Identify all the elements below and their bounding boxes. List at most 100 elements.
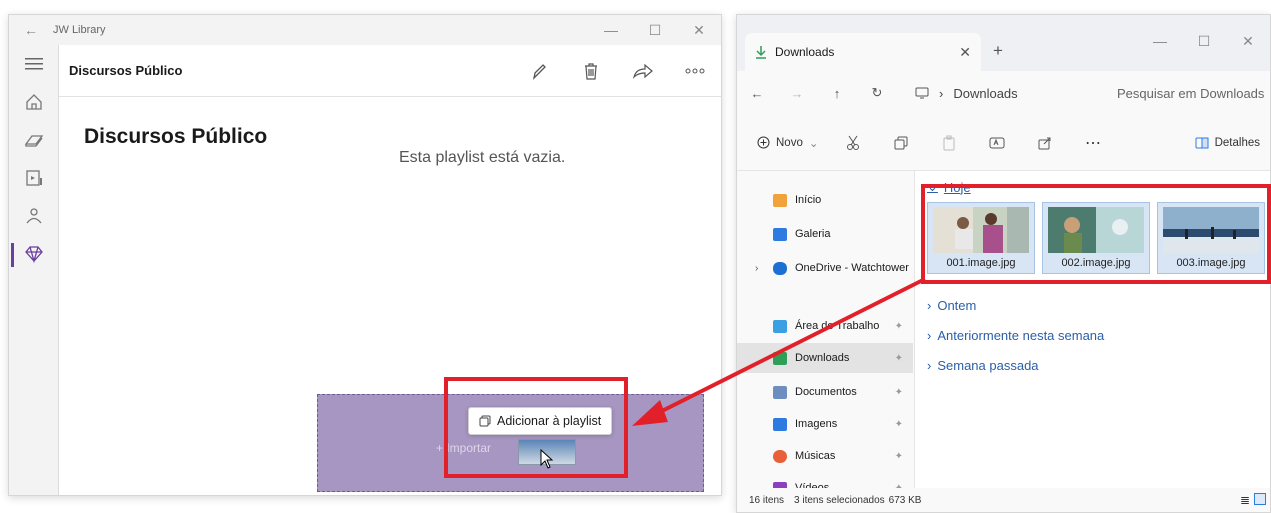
group-label: Ontem xyxy=(937,298,977,313)
group-header-yesterday[interactable]: › Ontem xyxy=(927,298,976,313)
pin-icon: ✦ xyxy=(894,320,903,332)
jw-header: Discursos Público xyxy=(59,45,721,97)
video-icon[interactable] xyxy=(9,159,58,197)
chevron-down-icon: ⌄ xyxy=(808,137,819,150)
nav-item-desktop[interactable]: Área de Trabalho ✦ xyxy=(737,311,913,341)
nav-item-home[interactable]: Início xyxy=(737,185,913,215)
forward-arrow-icon[interactable]: → xyxy=(777,86,817,101)
gem-icon[interactable] xyxy=(9,235,58,273)
chevron-right-icon: › xyxy=(939,85,944,101)
more-icon[interactable] xyxy=(669,67,721,75)
cut-icon[interactable] xyxy=(829,135,877,151)
pictures-icon xyxy=(773,417,787,431)
details-label: Detalhes xyxy=(1214,136,1260,149)
item-count: 16 itens xyxy=(749,494,785,506)
address-bar[interactable]: › Downloads xyxy=(905,78,1097,108)
selection-size: 673 KB xyxy=(888,494,922,506)
tiles-view-icon[interactable] xyxy=(1254,493,1266,505)
monitor-icon xyxy=(915,87,929,99)
navigation-pane: Início Galeria › OneDrive - Watchtower Á… xyxy=(737,171,915,495)
group-label: Semana passada xyxy=(937,358,1039,373)
details-pane-icon xyxy=(1195,137,1209,148)
pin-icon: ✦ xyxy=(894,418,903,430)
highlight-box-drop-target xyxy=(444,377,628,478)
home-icon xyxy=(773,193,787,207)
chevron-right-icon: › xyxy=(927,358,932,373)
nav-item-label: Músicas xyxy=(795,450,836,462)
minimize-button[interactable]: — xyxy=(589,22,633,38)
highlight-box-selected-files xyxy=(921,184,1271,284)
nav-item-label: Início xyxy=(795,194,822,206)
status-bar: 16 itens 3 itens selecionados 673 KB ≣ xyxy=(737,488,1270,512)
group-header-earlier-this-week[interactable]: › Anteriormente nesta semana xyxy=(927,328,1104,343)
nav-item-pictures[interactable]: Imagens ✦ xyxy=(737,409,913,439)
group-label: Anteriormente nesta semana xyxy=(937,328,1105,343)
chevron-right-icon: › xyxy=(927,298,932,313)
tab-close-icon[interactable]: ✕ xyxy=(959,44,971,61)
empty-message: Esta playlist está vazia. xyxy=(399,149,566,166)
people-icon[interactable] xyxy=(9,197,58,235)
home-icon[interactable] xyxy=(9,83,58,121)
refresh-icon[interactable]: ↻ xyxy=(857,85,897,101)
share-icon[interactable] xyxy=(617,62,669,80)
back-arrow-icon[interactable]: ← xyxy=(737,86,777,101)
nav-item-downloads[interactable]: Downloads ✦ xyxy=(737,343,913,373)
header-title: Discursos Público xyxy=(69,63,183,78)
pencil-icon[interactable] xyxy=(513,62,565,80)
documents-icon xyxy=(773,385,787,399)
maximize-button[interactable]: ☐ xyxy=(633,22,677,39)
rename-icon[interactable] xyxy=(973,136,1021,150)
copy-icon[interactable] xyxy=(877,136,925,150)
close-button[interactable]: ✕ xyxy=(677,22,721,39)
book-icon[interactable] xyxy=(9,121,58,159)
nav-item-label: Downloads xyxy=(795,352,850,364)
nav-item-music[interactable]: Músicas ✦ xyxy=(737,441,913,471)
tab-title: Downloads xyxy=(775,45,835,59)
group-header-last-week[interactable]: › Semana passada xyxy=(927,358,1039,373)
paste-icon[interactable] xyxy=(925,135,973,151)
gallery-icon xyxy=(773,227,787,241)
nav-item-documents[interactable]: Documentos ✦ xyxy=(737,377,913,407)
explorer-tabbar: Downloads ✕ + — ☐ ✕ xyxy=(737,15,1270,71)
up-arrow-icon[interactable]: ↑ xyxy=(817,86,857,101)
minimize-button[interactable]: — xyxy=(1138,33,1182,50)
jw-sidebar xyxy=(9,45,59,495)
pin-icon: ✦ xyxy=(894,450,903,462)
download-icon xyxy=(756,46,766,59)
nav-item-label: OneDrive - Watchtower xyxy=(795,262,909,274)
selection-count: 3 itens selecionados xyxy=(794,494,885,506)
desktop-icon xyxy=(773,319,787,333)
cloud-icon xyxy=(773,261,787,275)
nav-item-label: Galeria xyxy=(795,228,831,240)
explorer-toolbar: Novo ⌄ ⋯ Detalhes xyxy=(737,115,1270,171)
new-label: Novo xyxy=(776,136,803,149)
music-icon xyxy=(773,449,787,463)
nav-item-onedrive[interactable]: › OneDrive - Watchtower xyxy=(737,253,913,283)
plus-circle-icon xyxy=(757,136,770,149)
chevron-right-icon: › xyxy=(927,328,932,343)
maximize-button[interactable]: ☐ xyxy=(1182,33,1226,50)
nav-item-label: Área de Trabalho xyxy=(795,320,880,332)
new-button[interactable]: Novo ⌄ xyxy=(737,136,829,150)
app-title: JW Library xyxy=(53,24,106,36)
details-button[interactable]: Detalhes xyxy=(1195,137,1260,149)
jw-titlebar: ← JW Library — ☐ ✕ xyxy=(9,15,721,45)
details-view-icon[interactable]: ≣ xyxy=(1240,493,1250,507)
search-input[interactable]: Pesquisar em Downloads xyxy=(1107,78,1267,108)
back-arrow-icon[interactable]: ← xyxy=(9,22,53,38)
pin-icon: ✦ xyxy=(894,352,903,364)
hamburger-menu-icon[interactable] xyxy=(9,45,58,83)
share-icon[interactable] xyxy=(1021,136,1069,150)
address-text: Downloads xyxy=(953,85,1018,101)
close-button[interactable]: ✕ xyxy=(1226,33,1270,50)
tab-downloads[interactable]: Downloads ✕ xyxy=(745,33,981,71)
trash-icon[interactable] xyxy=(565,61,617,81)
address-row: ← → ↑ ↻ › Downloads Pesquisar em Downloa… xyxy=(737,71,1270,115)
new-tab-button[interactable]: + xyxy=(993,41,1003,61)
pin-icon: ✦ xyxy=(894,386,903,398)
more-icon[interactable]: ⋯ xyxy=(1069,133,1117,153)
download-icon xyxy=(773,351,787,365)
chevron-right-icon[interactable]: › xyxy=(755,263,758,274)
nav-item-gallery[interactable]: Galeria xyxy=(737,219,913,249)
page-title: Discursos Público xyxy=(84,125,268,148)
